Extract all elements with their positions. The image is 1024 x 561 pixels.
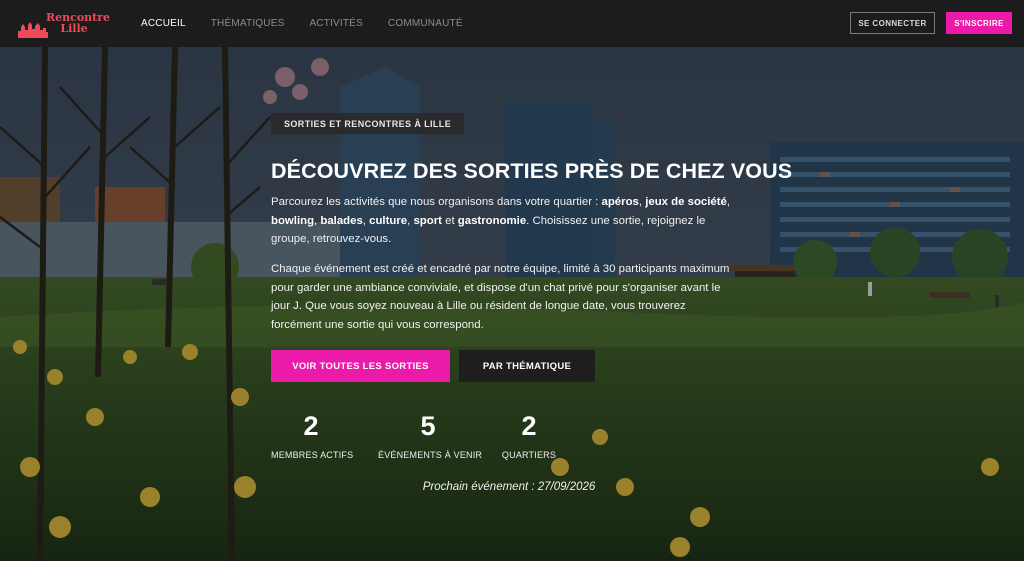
highlight-gastronomie: gastronomie [457,214,527,227]
next-event-date: Prochain événement : 27/09/2026 [422,481,596,493]
stat-value: 2 [521,411,537,441]
stat-upcoming-events: 5 ÉVÉNEMENTS À VENIR [378,411,483,460]
city-skyline-icon [18,22,48,38]
hero-intro-paragraph: Parcourez les activités que nous organis… [271,196,731,245]
intro-text-before: Parcourez les activités que nous organis… [271,196,602,208]
main-nav: ACCUEIL THÉMATIQUES ACTIVITÉS COMMUNAUTÉ [141,0,488,47]
stat-neighborhoods: 2 QUARTIERS [499,411,559,460]
highlight-bowling: bowling [271,214,315,227]
highlight-jeux-de-societe: jeux de société [645,196,727,208]
signup-button[interactable]: S'INSCRIRE [946,12,1012,34]
nav-item-accueil[interactable]: ACCUEIL [141,18,186,29]
nav-item-activites[interactable]: ACTIVITÉS [309,18,362,29]
nav-item-communaute[interactable]: COMMUNAUTÉ [388,18,463,29]
highlight-aperos: apéros [601,196,639,208]
stat-active-members: 2 MEMBRES ACTIFS [271,411,354,460]
stat-label: ÉVÉNEMENTS À VENIR [378,450,483,460]
by-theme-button[interactable]: PAR THÉMATIQUE [459,350,595,382]
stat-value: 5 [420,411,436,441]
brand-name: Rencontre Lille [46,12,110,35]
top-navbar: Rencontre Lille ACCUEIL THÉMATIQUES ACTI… [0,0,1024,47]
highlight-sport: sport [413,214,442,227]
brand-name-line2: Lille [60,22,88,35]
page-title: DÉCOUVREZ DES SORTIES PRÈS DE CHEZ VOUS [271,159,793,183]
stat-label: MEMBRES ACTIFS [271,450,354,460]
hero-kicker: SORTIES ET RENCONTRES À LILLE [271,113,465,134]
login-button[interactable]: SE CONNECTER [850,12,935,34]
hero-section: SORTIES ET RENCONTRES À LILLE DÉCOUVREZ … [0,47,1024,561]
view-all-outings-button[interactable]: VOIR TOUTES LES SORTIES [271,350,450,382]
highlight-balades: balades [320,214,363,227]
stat-label: QUARTIERS [501,450,557,460]
highlight-culture: culture [369,214,408,227]
nav-item-thematiques[interactable]: THÉMATIQUES [211,18,285,29]
hero-description: Chaque événement est créé et encadré par… [271,263,730,331]
site-logo[interactable]: Rencontre Lille [18,12,110,38]
stat-value: 2 [303,411,319,441]
